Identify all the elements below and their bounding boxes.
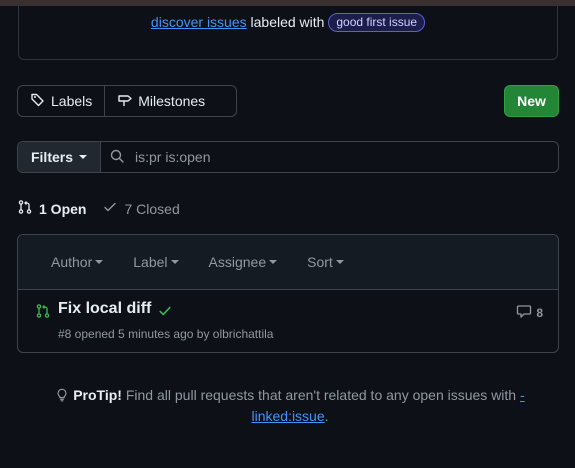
search-area — [101, 142, 558, 172]
check-icon — [102, 199, 118, 218]
open-filter[interactable]: 1 Open — [17, 199, 86, 218]
good-first-issue-badge[interactable]: good first issue — [328, 13, 426, 32]
notice-text: labeled with — [250, 14, 325, 30]
protip: ProTip! Find all pull requests that aren… — [30, 385, 550, 427]
milestone-icon — [117, 92, 133, 111]
tag-icon — [30, 92, 46, 111]
caret-down-icon — [79, 155, 87, 159]
author-filter-label: Author — [51, 254, 93, 270]
pull-request-title[interactable]: Fix local diff — [58, 300, 151, 318]
labels-milestones-group: Labels Milestones — [17, 85, 237, 117]
open-count: 1 Open — [39, 200, 87, 217]
closed-filter[interactable]: 7 Closed — [102, 199, 180, 218]
protip-label: ProTip! — [73, 387, 122, 403]
author-filter[interactable]: Author — [51, 254, 104, 270]
labels-button[interactable]: Labels — [18, 86, 104, 116]
label-filter-label: Label — [133, 254, 168, 270]
discover-issues-link[interactable]: discover issues — [151, 14, 247, 30]
state-toggle: 1 Open 7 Closed — [17, 199, 180, 218]
search-input[interactable] — [133, 148, 557, 166]
sort-filter[interactable]: Sort — [307, 254, 344, 270]
sort-filter-label: Sort — [307, 254, 333, 270]
closed-count: 7 Closed — [124, 200, 180, 217]
label-filter[interactable]: Label — [133, 254, 179, 270]
caret-down-icon — [95, 260, 104, 264]
comment-count-value: 8 — [536, 305, 543, 320]
caret-down-icon — [335, 260, 344, 264]
contribute-notice: discover issues labeled with good first … — [18, 0, 558, 60]
filter-bar: Filters — [17, 141, 559, 173]
filters-dropdown[interactable]: Filters — [18, 142, 101, 172]
comment-icon — [516, 303, 532, 322]
search-icon — [109, 148, 125, 167]
labels-label: Labels — [51, 93, 93, 109]
protip-end: . — [324, 408, 329, 424]
milestones-label: Milestones — [138, 93, 206, 109]
check-icon[interactable] — [158, 304, 172, 321]
protip-text: Find all pull requests that aren't relat… — [125, 387, 517, 403]
pull-request-meta: #8 opened 5 minutes ago by olbrichattila — [58, 327, 274, 341]
list-header: Author Label Assignee Sort — [18, 235, 558, 290]
caret-down-icon — [269, 260, 278, 264]
filters-label: Filters — [30, 149, 73, 165]
milestones-button[interactable]: Milestones — [104, 86, 217, 116]
pull-request-icon — [17, 199, 33, 218]
notice-line: discover issues labeled with good first … — [19, 12, 557, 32]
list-item: Fix local diff #8 opened 5 minutes ago b… — [18, 290, 558, 354]
new-pull-request-button[interactable]: New — [504, 85, 559, 117]
light-bulb-icon — [55, 387, 73, 403]
comment-count[interactable]: 8 — [516, 303, 543, 322]
caret-down-icon — [170, 260, 179, 264]
pull-request-list: Author Label Assignee Sort Fix local dif… — [17, 234, 559, 353]
assignee-filter-label: Assignee — [208, 254, 267, 270]
assignee-filter[interactable]: Assignee — [209, 254, 278, 270]
open-pull-request-icon — [35, 303, 51, 322]
